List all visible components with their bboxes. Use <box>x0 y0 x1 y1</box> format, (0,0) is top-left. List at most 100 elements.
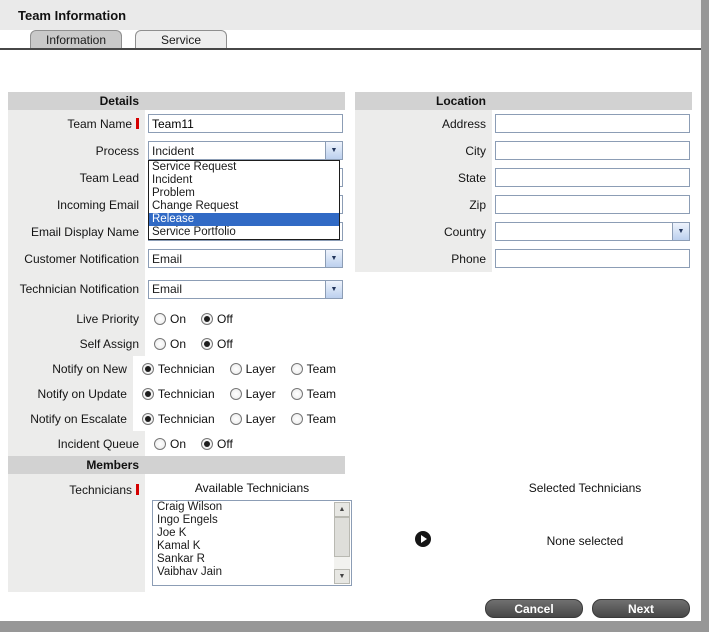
address-row: Address <box>355 110 692 137</box>
tab-bar: Information Service <box>30 30 227 48</box>
list-item[interactable]: Kamal K <box>153 540 351 553</box>
tab-information[interactable]: Information <box>30 30 122 48</box>
city-row: City <box>355 137 692 164</box>
scroll-down-icon[interactable]: ▼ <box>334 569 350 584</box>
cancel-button[interactable]: Cancel <box>485 599 583 618</box>
listbox-scrollbar[interactable]: ▲ ▼ <box>334 502 350 584</box>
incoming-email-label: Incoming Email <box>8 191 145 218</box>
zip-label: Zip <box>355 191 492 218</box>
chevron-down-icon[interactable]: ▼ <box>325 142 342 159</box>
list-item[interactable]: Joe K <box>153 527 351 540</box>
location-section-title: Location <box>436 94 486 108</box>
notify-on-escalate-layer-radio[interactable] <box>229 412 242 425</box>
team-information-panel: Team Information Information Service Det… <box>0 0 701 621</box>
incident-queue-on-radio[interactable] <box>154 437 166 450</box>
available-technicians-title: Available Technicians <box>194 481 310 495</box>
zip-row: Zip <box>355 191 692 218</box>
dropdown-option-service-portfolio[interactable]: Service Portfolio <box>149 226 339 239</box>
chevron-down-icon[interactable]: ▼ <box>672 223 689 240</box>
notify-on-new-row: Notify on New Technician Layer Team <box>8 356 345 381</box>
details-section-header: Details <box>8 92 345 110</box>
notify-on-new-technician-radio[interactable] <box>141 362 154 375</box>
address-label: Address <box>355 110 492 137</box>
live-priority-label: Live Priority <box>8 306 145 331</box>
customer-notification-row: Customer Notification Email ▼ <box>8 245 345 272</box>
city-input[interactable] <box>495 141 690 160</box>
window-header: Team Information <box>0 0 701 30</box>
technician-notification-select[interactable]: Email ▼ <box>148 279 343 299</box>
scrollbar-thumb[interactable] <box>334 517 350 557</box>
chevron-down-icon[interactable]: ▼ <box>325 280 342 298</box>
country-select[interactable]: ▼ <box>495 222 690 241</box>
location-section-header: Location <box>355 92 692 110</box>
country-label: Country <box>355 218 492 245</box>
dropdown-option-incident[interactable]: Incident <box>149 174 339 187</box>
selected-technicians-empty: None selected <box>546 534 624 548</box>
selected-technicians-title: Selected Technicians <box>528 481 642 495</box>
dropdown-option-service-request[interactable]: Service Request <box>149 161 339 174</box>
notify-on-escalate-team-radio[interactable] <box>290 412 303 425</box>
notify-on-escalate-technician-radio[interactable] <box>141 412 154 425</box>
next-button[interactable]: Next <box>592 599 690 618</box>
location-section: Location Address City State Zip Country … <box>355 92 692 272</box>
process-dropdown-list: Service Request Incident Problem Change … <box>148 160 340 240</box>
list-item[interactable]: Vaibhav Jain <box>153 566 351 579</box>
tab-service[interactable]: Service <box>135 30 227 48</box>
city-label: City <box>355 137 492 164</box>
technician-notification-row: Technician Notification Email ▼ <box>8 272 345 306</box>
live-priority-off-radio[interactable] <box>201 312 214 325</box>
zip-input[interactable] <box>495 195 690 214</box>
process-label: Process <box>8 137 145 164</box>
list-item[interactable]: Sankar R <box>153 553 351 566</box>
incident-queue-row: Incident Queue On Off <box>8 431 345 456</box>
notify-on-escalate-row: Notify on Escalate Technician Layer Team <box>8 406 345 431</box>
address-input[interactable] <box>495 114 690 133</box>
team-name-input[interactable] <box>148 114 343 133</box>
state-row: State <box>355 164 692 191</box>
dropdown-option-release[interactable]: Release <box>149 213 339 226</box>
team-name-label: Team Name <box>8 110 145 137</box>
page-title: Team Information <box>18 7 127 23</box>
self-assign-label: Self Assign <box>8 331 145 356</box>
notify-on-new-label: Notify on New <box>8 356 133 381</box>
members-section-title: Members <box>86 458 139 472</box>
dropdown-option-change-request[interactable]: Change Request <box>149 200 339 213</box>
customer-notification-label: Customer Notification <box>8 245 145 272</box>
scroll-up-icon[interactable]: ▲ <box>334 502 350 517</box>
team-lead-label: Team Lead <box>8 164 145 191</box>
notify-on-new-layer-radio[interactable] <box>229 362 242 375</box>
phone-label: Phone <box>355 245 492 272</box>
live-priority-row: Live Priority On Off <box>8 306 345 331</box>
notify-on-update-layer-radio[interactable] <box>229 387 242 400</box>
available-technicians-listbox[interactable]: Craig Wilson Ingo Engels Joe K Kamal K S… <box>152 500 352 586</box>
self-assign-off-radio[interactable] <box>201 337 214 350</box>
state-label: State <box>355 164 492 191</box>
details-section-title: Details <box>99 94 139 108</box>
notify-on-update-label: Notify on Update <box>8 381 133 406</box>
header-divider <box>0 48 701 50</box>
incident-queue-off-radio[interactable] <box>201 437 214 450</box>
state-input[interactable] <box>495 168 690 187</box>
technician-notification-label: Technician Notification <box>8 272 145 306</box>
customer-notification-select[interactable]: Email ▼ <box>148 249 343 268</box>
process-select[interactable]: Incident ▼ <box>148 141 343 160</box>
chevron-down-icon[interactable]: ▼ <box>325 250 342 267</box>
list-item[interactable]: Ingo Engels <box>153 514 351 527</box>
self-assign-on-radio[interactable] <box>154 337 166 350</box>
notify-on-update-row: Notify on Update Technician Layer Team <box>8 381 345 406</box>
notify-on-new-team-radio[interactable] <box>290 362 303 375</box>
notify-on-update-team-radio[interactable] <box>290 387 303 400</box>
members-section-header: Members <box>8 456 345 474</box>
technicians-label: Technicians <box>8 474 145 592</box>
dropdown-option-problem[interactable]: Problem <box>149 187 339 200</box>
live-priority-on-radio[interactable] <box>154 312 166 325</box>
list-item[interactable]: Craig Wilson <box>153 501 351 514</box>
move-right-icon[interactable] <box>415 531 431 547</box>
incident-queue-label: Incident Queue <box>8 431 145 456</box>
phone-input[interactable] <box>495 249 690 268</box>
required-marker <box>136 484 139 495</box>
notify-on-escalate-label: Notify on Escalate <box>8 406 133 431</box>
team-name-row: Team Name <box>8 110 345 137</box>
notify-on-update-technician-radio[interactable] <box>141 387 154 400</box>
phone-row: Phone <box>355 245 692 272</box>
